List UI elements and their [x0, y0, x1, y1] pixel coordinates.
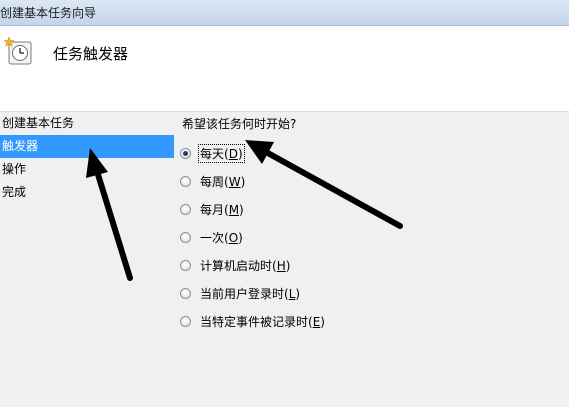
sidebar-item-action[interactable]: 操作 [0, 158, 174, 181]
sidebar-item-finish[interactable]: 完成 [0, 181, 174, 204]
radio-button[interactable] [180, 147, 191, 159]
radio-on-logon[interactable]: 当前用户登录时(L) [180, 284, 301, 302]
sidebar-item-label: 完成 [2, 185, 27, 199]
radio-label: 每月(M) [200, 202, 244, 217]
sidebar-item-label: 创建基本任务 [2, 116, 75, 130]
radio-button[interactable] [180, 203, 191, 215]
task-wizard-window: 创建基本任务向导 任务触发器 创建基本任务 触发器 操作 完成 希望该任务何时开… [0, 0, 569, 407]
sidebar-item-create-basic-task[interactable]: 创建基本任务 [0, 112, 174, 135]
radio-label: 当特定事件被记录时(E) [200, 314, 325, 329]
radio-label: 计算机启动时(H) [200, 258, 291, 273]
task-clock-icon [3, 36, 32, 65]
radio-daily[interactable]: 每天(D) [180, 143, 245, 163]
trigger-question: 希望该任务何时开始? [182, 117, 297, 131]
window-title: 创建基本任务向导 [0, 6, 97, 20]
radio-button[interactable] [180, 259, 191, 271]
sidebar-item-label: 操作 [2, 162, 27, 176]
sidebar-item-trigger[interactable]: 触发器 [0, 135, 174, 158]
page-title: 任务触发器 [53, 45, 129, 63]
radio-on-event[interactable]: 当特定事件被记录时(E) [180, 312, 326, 330]
radio-label: 当前用户登录时(L) [200, 286, 301, 301]
radio-weekly[interactable]: 每周(W) [180, 172, 246, 190]
radio-button[interactable] [180, 315, 191, 327]
radio-on-startup[interactable]: 计算机启动时(H) [180, 256, 291, 274]
radio-button[interactable] [180, 175, 191, 187]
title-bar: 创建基本任务向导 [0, 0, 569, 26]
sidebar-item-label: 触发器 [2, 139, 39, 153]
radio-label: 每周(W) [200, 174, 246, 189]
radio-once[interactable]: 一次(O) [180, 228, 244, 246]
radio-button[interactable] [180, 231, 191, 243]
radio-monthly[interactable]: 每月(M) [180, 200, 245, 218]
wizard-steps-sidebar: 创建基本任务 触发器 操作 完成 [0, 112, 174, 407]
wizard-header: 任务触发器 [0, 26, 569, 112]
trigger-options-panel: 希望该任务何时开始? 每天(D) 每周(W) 每月(M) 一次(O) 计算机启动… [174, 112, 569, 407]
radio-label: 每天(D) [198, 143, 245, 163]
radio-button[interactable] [180, 287, 191, 299]
radio-label: 一次(O) [200, 230, 243, 245]
